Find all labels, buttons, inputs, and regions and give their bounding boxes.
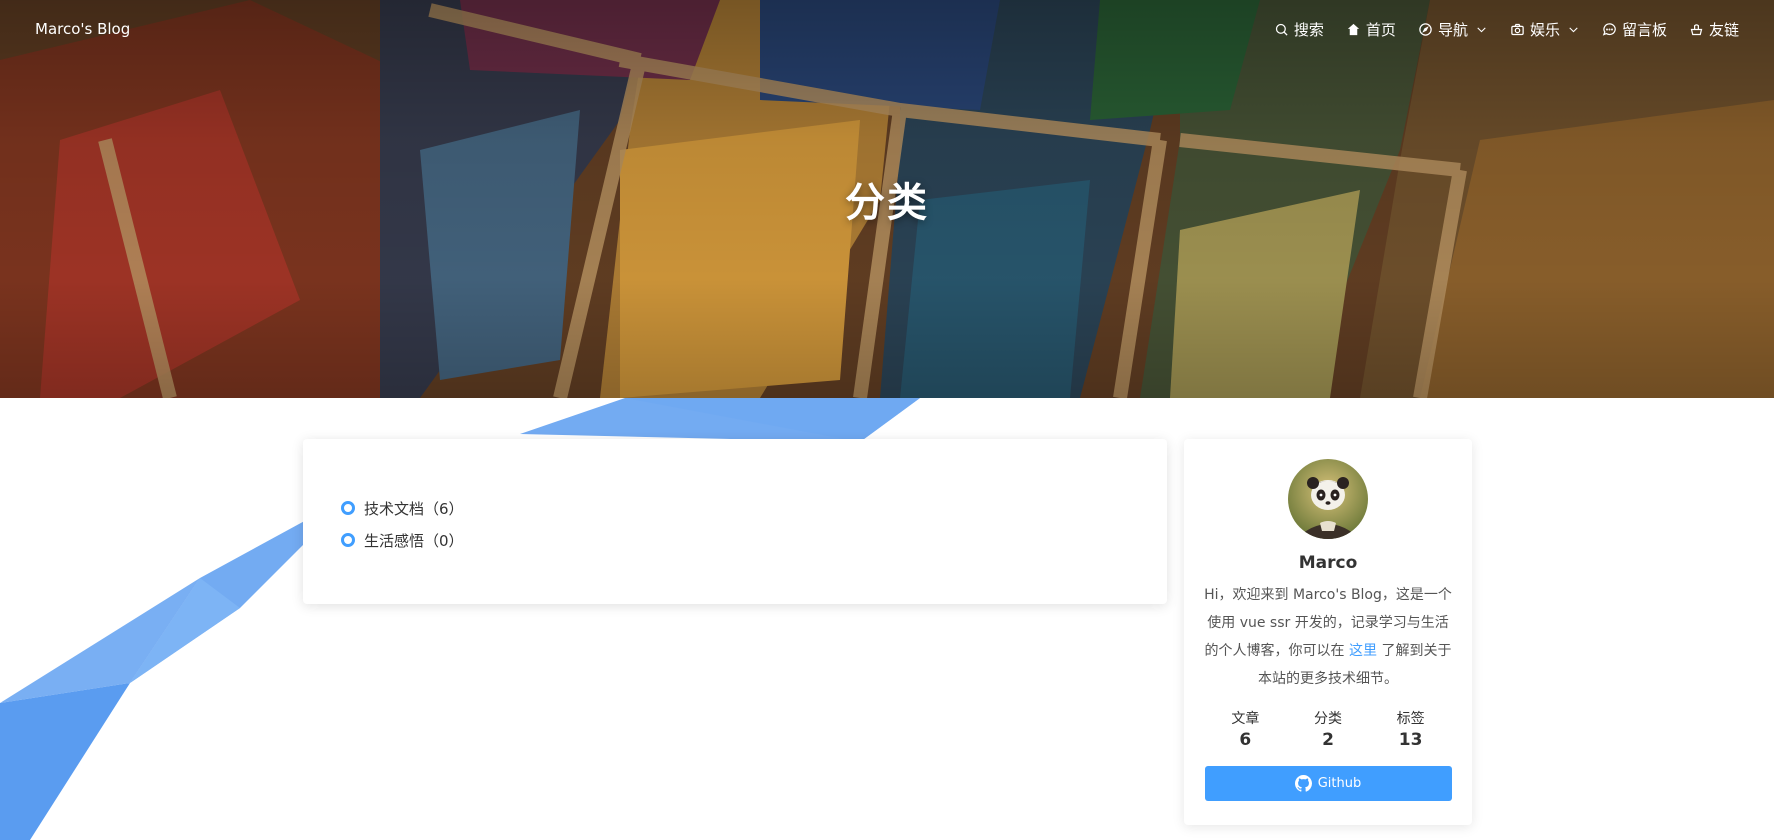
github-label: Github bbox=[1317, 776, 1362, 791]
home-icon bbox=[1347, 23, 1360, 35]
circle-icon bbox=[341, 533, 355, 547]
profile-name: Marco bbox=[1298, 553, 1358, 573]
circle-icon bbox=[341, 501, 355, 515]
nav-item-friend-links[interactable]: 友链 bbox=[1689, 19, 1739, 40]
page: 分类 Marco's Blog 搜索 首页 导航 娱乐 留言板 友链 技术文档（… bbox=[0, 0, 1774, 840]
category-item[interactable]: 生活感悟（0） bbox=[341, 524, 1129, 556]
search-icon bbox=[1275, 23, 1288, 36]
profile-card: Marco Hi，欢迎来到 Marco's Blog，这是一个使用 vue ss… bbox=[1184, 439, 1472, 825]
nav-item-guestbook[interactable]: 留言板 bbox=[1602, 19, 1667, 40]
stat-articles[interactable]: 文章 6 bbox=[1231, 708, 1259, 750]
stat-label: 标签 bbox=[1396, 711, 1425, 727]
brand-link[interactable]: Marco's Blog bbox=[35, 20, 130, 38]
nav-item-label: 搜索 bbox=[1293, 20, 1324, 39]
nav-menu: 搜索 首页 导航 娱乐 留言板 友链 bbox=[1252, 19, 1739, 40]
stat-categories[interactable]: 分类 2 bbox=[1314, 708, 1342, 750]
stat-value: 2 bbox=[1322, 730, 1334, 750]
github-button[interactable]: Github bbox=[1204, 766, 1452, 801]
nav-item-home[interactable]: 首页 bbox=[1346, 19, 1396, 40]
category-label: 技术文档（6） bbox=[364, 499, 464, 518]
message-icon bbox=[1602, 22, 1616, 36]
stat-value: 6 bbox=[1239, 730, 1252, 750]
stat-tags[interactable]: 标签 13 bbox=[1397, 708, 1425, 750]
avatar[interactable] bbox=[1288, 459, 1368, 539]
nav-item-navigation[interactable]: 导航 bbox=[1418, 19, 1488, 40]
stat-value: 13 bbox=[1398, 730, 1423, 750]
stat-label: 文章 bbox=[1231, 711, 1260, 727]
link-icon bbox=[1690, 23, 1703, 35]
profile-bio: Hi，欢迎来到 Marco's Blog，这是一个使用 vue ssr 开发的，… bbox=[1202, 581, 1454, 693]
hero-banner: 分类 bbox=[0, 0, 1774, 398]
page-title: 分类 bbox=[845, 180, 929, 226]
compass-icon bbox=[1419, 22, 1432, 36]
nav-item-entertainment[interactable]: 娱乐 bbox=[1510, 19, 1580, 40]
top-navbar: Marco's Blog 搜索 首页 导航 娱乐 留言板 友链 bbox=[0, 0, 1774, 58]
nav-item-search[interactable]: 搜索 bbox=[1274, 19, 1324, 40]
chevron-down-icon bbox=[1477, 26, 1486, 32]
nav-item-label: 留言板 bbox=[1621, 20, 1667, 39]
nav-item-label: 首页 bbox=[1365, 20, 1396, 39]
bio-link[interactable]: 这里 bbox=[1349, 643, 1377, 659]
chevron-down-icon bbox=[1569, 26, 1578, 32]
category-label: 生活感悟（0） bbox=[364, 531, 464, 550]
category-list-card: 技术文档（6） 生活感悟（0） bbox=[303, 439, 1167, 604]
nav-item-label: 友链 bbox=[1708, 20, 1739, 39]
category-item[interactable]: 技术文档（6） bbox=[341, 492, 1129, 524]
github-icon bbox=[1294, 775, 1312, 792]
stat-label: 分类 bbox=[1313, 711, 1342, 727]
nav-item-label: 娱乐 bbox=[1529, 20, 1560, 39]
nav-item-label: 导航 bbox=[1437, 20, 1468, 39]
camera-icon bbox=[1511, 23, 1524, 35]
profile-stats: 文章 6 分类 2 标签 13 bbox=[1204, 708, 1452, 750]
